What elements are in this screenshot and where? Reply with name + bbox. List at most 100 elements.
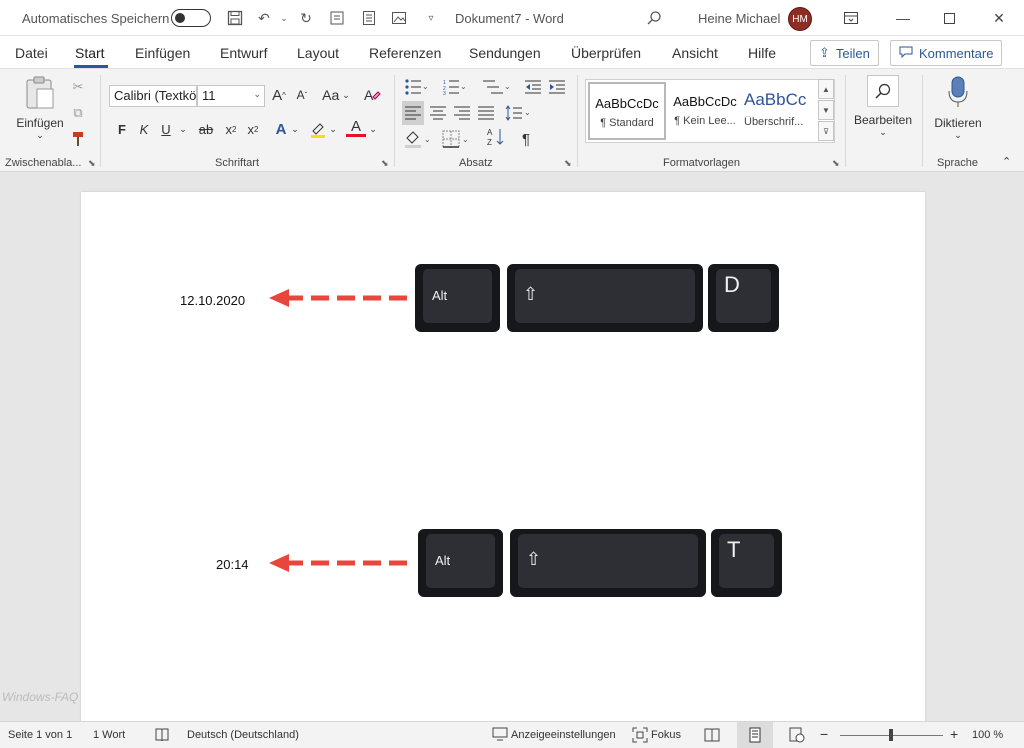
tab-datei[interactable]: Datei <box>15 45 48 61</box>
line-spacing-icon[interactable]: ⌄ <box>502 103 532 123</box>
borders-icon[interactable]: ⌄ <box>440 129 472 149</box>
increase-indent-icon[interactable] <box>548 77 566 97</box>
document-page[interactable]: 12.10.2020 Alt ⇧ D 20:14 Alt ⇧ T <box>81 192 925 732</box>
form-icon[interactable] <box>328 9 346 27</box>
bold-button[interactable]: F <box>114 119 130 139</box>
customize-icon[interactable]: ▿ <box>422 9 440 27</box>
tab-einfuegen[interactable]: Einfügen <box>135 45 190 61</box>
display-settings-icon[interactable] <box>492 727 508 744</box>
collapse-ribbon-icon[interactable]: ⌃ <box>1002 155 1011 168</box>
font-color-dropdown-icon[interactable]: ⌄ <box>368 119 378 139</box>
decrease-indent-icon[interactable] <box>524 77 542 97</box>
subscript-button[interactable]: x2 <box>222 119 240 139</box>
minimize-icon[interactable]: — <box>880 0 926 36</box>
styles-launcher-icon[interactable]: ⬊ <box>832 158 840 169</box>
time-text[interactable]: 20:14 <box>216 557 249 572</box>
tab-sendungen[interactable]: Sendungen <box>469 45 541 61</box>
align-right-icon[interactable] <box>452 103 472 123</box>
numbering-icon[interactable]: 1 2 3 ⌄ <box>440 77 468 97</box>
font-size-combo[interactable]: 11 ⌄ <box>197 85 265 107</box>
font-color-button[interactable]: A <box>346 118 366 137</box>
superscript-button[interactable]: x2 <box>244 119 262 139</box>
styles-more[interactable]: ⊽ <box>818 121 834 141</box>
italic-button[interactable]: K <box>136 119 152 139</box>
undo-dropdown-icon[interactable]: ⌄ <box>275 9 293 27</box>
maximize-icon[interactable] <box>926 0 972 36</box>
autosave-toggle[interactable] <box>171 9 211 27</box>
style-heading[interactable]: AaBbCc Überschrif... <box>744 82 816 140</box>
close-icon[interactable]: ✕ <box>976 0 1022 36</box>
comments-button[interactable]: Kommentare <box>890 40 1003 66</box>
cut-icon[interactable]: ✂ <box>70 77 86 97</box>
sort-icon[interactable]: AZ <box>484 127 508 147</box>
show-formatting-button[interactable]: ¶ <box>516 129 536 149</box>
zoom-level[interactable]: 100 % <box>972 729 1003 741</box>
user-name[interactable]: Heine Michael <box>698 11 780 26</box>
svg-text:Z: Z <box>487 138 492 147</box>
underline-dropdown-icon[interactable]: ⌄ <box>178 119 188 139</box>
copy-icon[interactable]: ⧉ <box>70 103 86 123</box>
paste-button[interactable]: Einfügen ⌄ <box>14 75 66 141</box>
save-icon[interactable] <box>226 9 244 27</box>
print-layout-button[interactable] <box>737 722 773 748</box>
tab-entwurf[interactable]: Entwurf <box>220 45 267 61</box>
ribbon-display-icon[interactable] <box>828 0 874 36</box>
proofing-icon[interactable] <box>154 727 170 746</box>
change-case-button[interactable]: Aa ⌄ <box>319 85 353 105</box>
tab-start[interactable]: Start <box>75 45 105 61</box>
font-name-combo[interactable]: Calibri (Textkö <box>109 85 197 107</box>
tab-referenzen[interactable]: Referenzen <box>369 45 441 61</box>
shrink-font-button[interactable]: Aˇ <box>292 85 312 105</box>
highlight-icon[interactable] <box>308 119 328 139</box>
style-standard[interactable]: AaBbCcDc ¶ Standard <box>588 82 666 140</box>
zoom-out-button[interactable]: − <box>820 726 828 742</box>
clipboard-launcher-icon[interactable]: ⬊ <box>88 158 96 169</box>
styles-scroll-down[interactable]: ▼ <box>818 100 834 120</box>
effects-dropdown-icon[interactable]: ⌄ <box>290 119 300 139</box>
undo-icon[interactable]: ↶ <box>255 9 273 27</box>
tab-ueberpruefen[interactable]: Überprüfen <box>571 45 641 61</box>
tab-layout[interactable]: Layout <box>297 45 339 61</box>
focus-label[interactable]: Fokus <box>651 729 681 741</box>
styles-scroll-up[interactable]: ▲ <box>818 79 834 99</box>
zoom-in-button[interactable]: + <box>950 726 958 742</box>
avatar[interactable]: HM <box>788 7 812 31</box>
justify-icon[interactable] <box>476 103 496 123</box>
format-painter-icon[interactable] <box>70 129 86 149</box>
document-canvas[interactable]: 12.10.2020 Alt ⇧ D 20:14 Alt ⇧ T <box>0 173 1024 732</box>
grow-font-button[interactable]: A ^ <box>269 85 289 105</box>
share-button[interactable]: ⇪ Teilen <box>810 40 879 66</box>
styles-group-label: Formatvorlagen <box>663 157 741 169</box>
align-left-icon[interactable] <box>402 101 424 125</box>
shading-icon[interactable]: ⌄ <box>402 129 434 149</box>
word-count[interactable]: 1 Wort <box>93 729 125 741</box>
dictate-button[interactable]: Diktieren ⌄ <box>928 75 988 141</box>
date-text[interactable]: 12.10.2020 <box>180 293 245 308</box>
language[interactable]: Deutsch (Deutschland) <box>187 729 299 741</box>
read-mode-icon[interactable] <box>704 727 720 746</box>
display-settings[interactable]: Anzeigeeinstellungen <box>511 729 616 741</box>
text-effects-button[interactable]: A <box>272 119 290 139</box>
multilevel-list-icon[interactable]: ⌄ <box>478 77 514 97</box>
paragraph-launcher-icon[interactable]: ⬊ <box>564 158 572 169</box>
tab-ansicht[interactable]: Ansicht <box>672 45 718 61</box>
focus-icon[interactable] <box>632 727 648 746</box>
clear-formatting-icon[interactable]: A <box>362 85 382 105</box>
style-no-spacing[interactable]: AaBbCcDc ¶ Kein Lee... <box>666 82 744 140</box>
bullets-icon[interactable]: ⌄ <box>402 77 430 97</box>
font-launcher-icon[interactable]: ⬊ <box>381 158 389 169</box>
search-icon[interactable] <box>645 9 663 27</box>
image-icon[interactable] <box>390 9 408 27</box>
editing-button[interactable]: Bearbeiten ⌄ <box>851 75 915 138</box>
zoom-slider-thumb[interactable] <box>889 729 893 741</box>
svg-text:3: 3 <box>443 91 446 95</box>
print-preview-icon[interactable] <box>360 9 378 27</box>
highlight-dropdown-icon[interactable]: ⌄ <box>328 119 338 139</box>
page-info[interactable]: Seite 1 von 1 <box>8 729 72 741</box>
redo-icon[interactable]: ↻ <box>297 9 315 27</box>
web-layout-icon[interactable] <box>789 727 805 746</box>
tab-hilfe[interactable]: Hilfe <box>748 45 776 61</box>
align-center-icon[interactable] <box>428 103 448 123</box>
strikethrough-button[interactable]: ab <box>196 119 216 139</box>
underline-button[interactable]: U <box>158 119 174 139</box>
